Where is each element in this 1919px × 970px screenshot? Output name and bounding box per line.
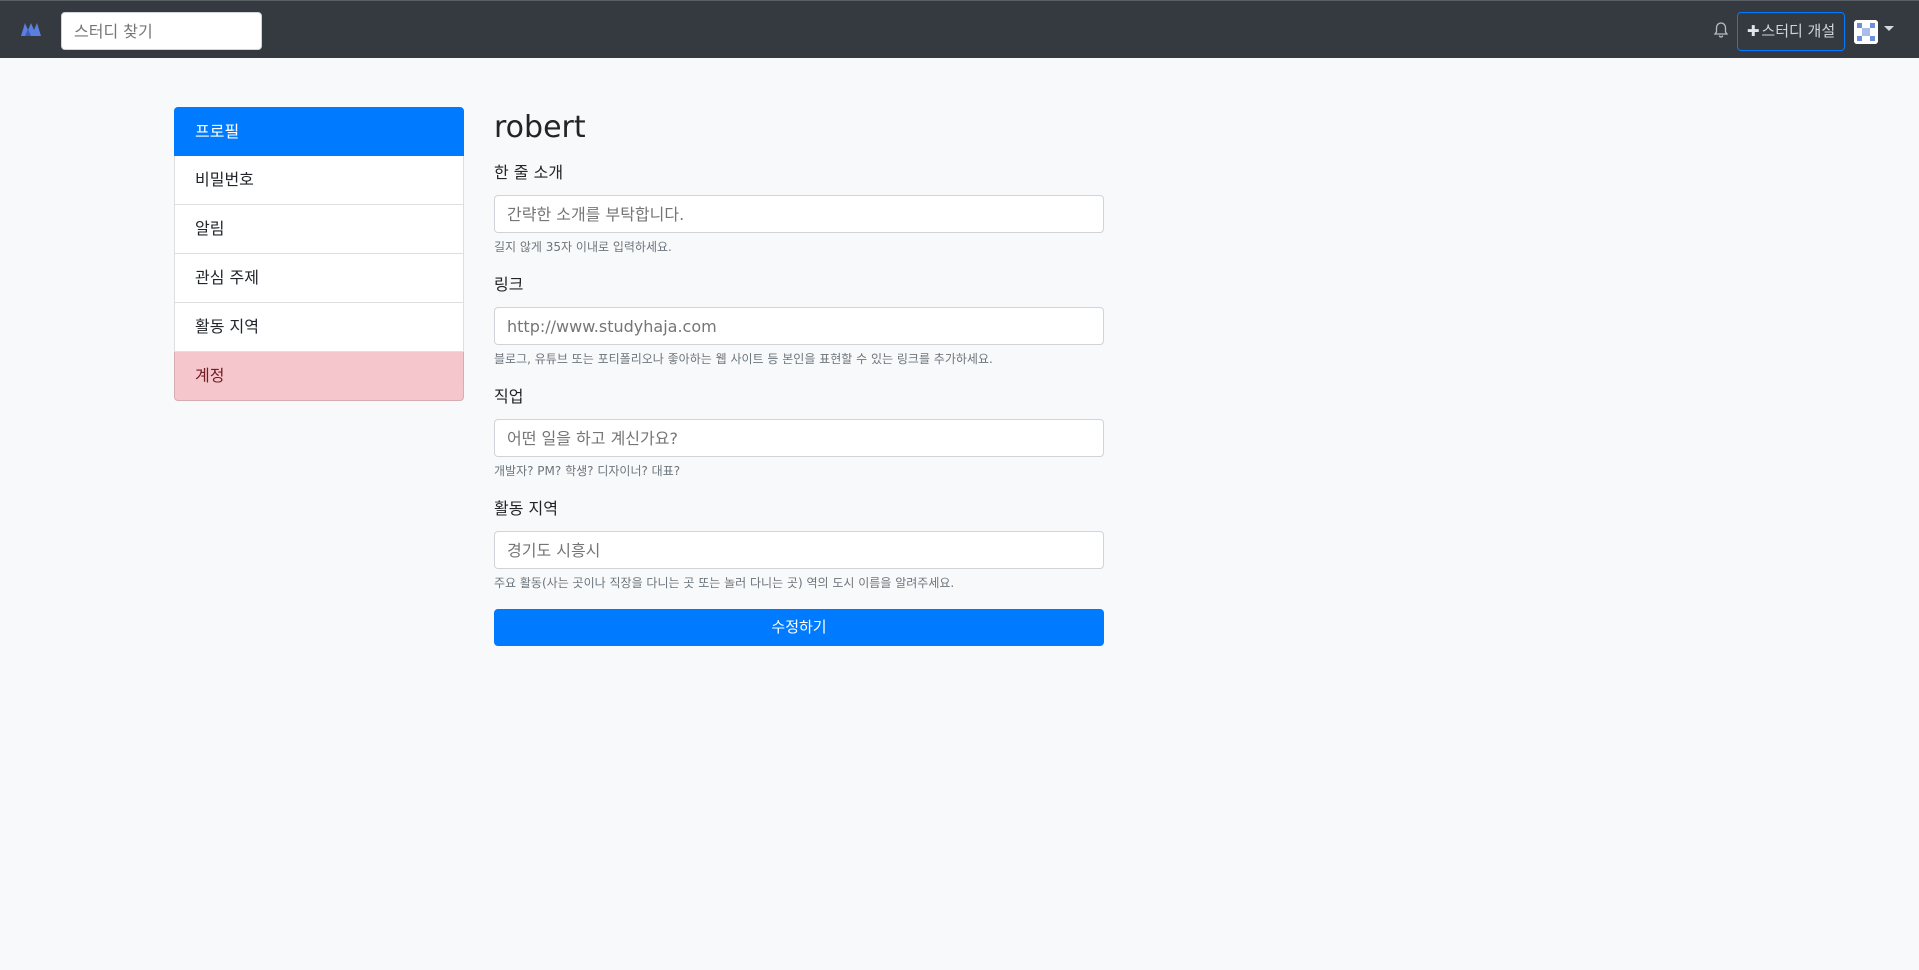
sidebar-item-password[interactable]: 비밀번호: [174, 156, 464, 205]
bio-input[interactable]: [494, 195, 1104, 233]
sidebar-item-account[interactable]: 계정: [174, 352, 464, 401]
search-input[interactable]: [61, 12, 262, 50]
new-study-label: 스터디 개설: [1761, 22, 1836, 40]
profile-form: robert 한 줄 소개 길지 않게 35자 이내로 입력하세요. 링크 블로…: [494, 107, 1104, 646]
settings-sidebar: 프로필 비밀번호 알림 관심 주제 활동 지역 계정: [174, 107, 464, 401]
occupation-input[interactable]: [494, 419, 1104, 457]
occupation-help: 개발자? PM? 학생? 디자이너? 대표?: [494, 464, 681, 478]
plus-icon: ✚: [1746, 22, 1760, 40]
top-navbar: ✚스터디 개설: [0, 0, 1919, 58]
bell-icon[interactable]: [1712, 21, 1730, 39]
sidebar-item-zones[interactable]: 활동 지역: [174, 303, 464, 352]
location-help: 주요 활동(사는 곳이나 직장을 다니는 곳 또는 놀러 다니는 곳) 역의 도…: [494, 576, 955, 590]
sidebar-item-profile[interactable]: 프로필: [174, 107, 464, 156]
url-input[interactable]: [494, 307, 1104, 345]
sidebar-item-tags[interactable]: 관심 주제: [174, 254, 464, 303]
location-input[interactable]: [494, 531, 1104, 569]
bio-label: 한 줄 소개: [494, 163, 564, 182]
location-label: 활동 지역: [494, 499, 558, 518]
logo-icon[interactable]: [20, 20, 42, 38]
url-label: 링크: [494, 275, 524, 294]
occupation-label: 직업: [494, 387, 524, 406]
caret-down-icon[interactable]: [1884, 26, 1894, 31]
new-study-button[interactable]: ✚ 스터디 개설: [1737, 12, 1845, 51]
sidebar-item-notifications[interactable]: 알림: [174, 205, 464, 254]
bio-help: 길지 않게 35자 이내로 입력하세요.: [494, 240, 672, 254]
submit-button[interactable]: 수정하기: [494, 609, 1104, 646]
page-title: robert: [494, 110, 586, 145]
url-help: 블로그, 유튜브 또는 포티폴리오나 좋아하는 웹 사이트 등 본인을 표현할 …: [494, 352, 993, 366]
avatar-icon[interactable]: [1854, 20, 1878, 44]
